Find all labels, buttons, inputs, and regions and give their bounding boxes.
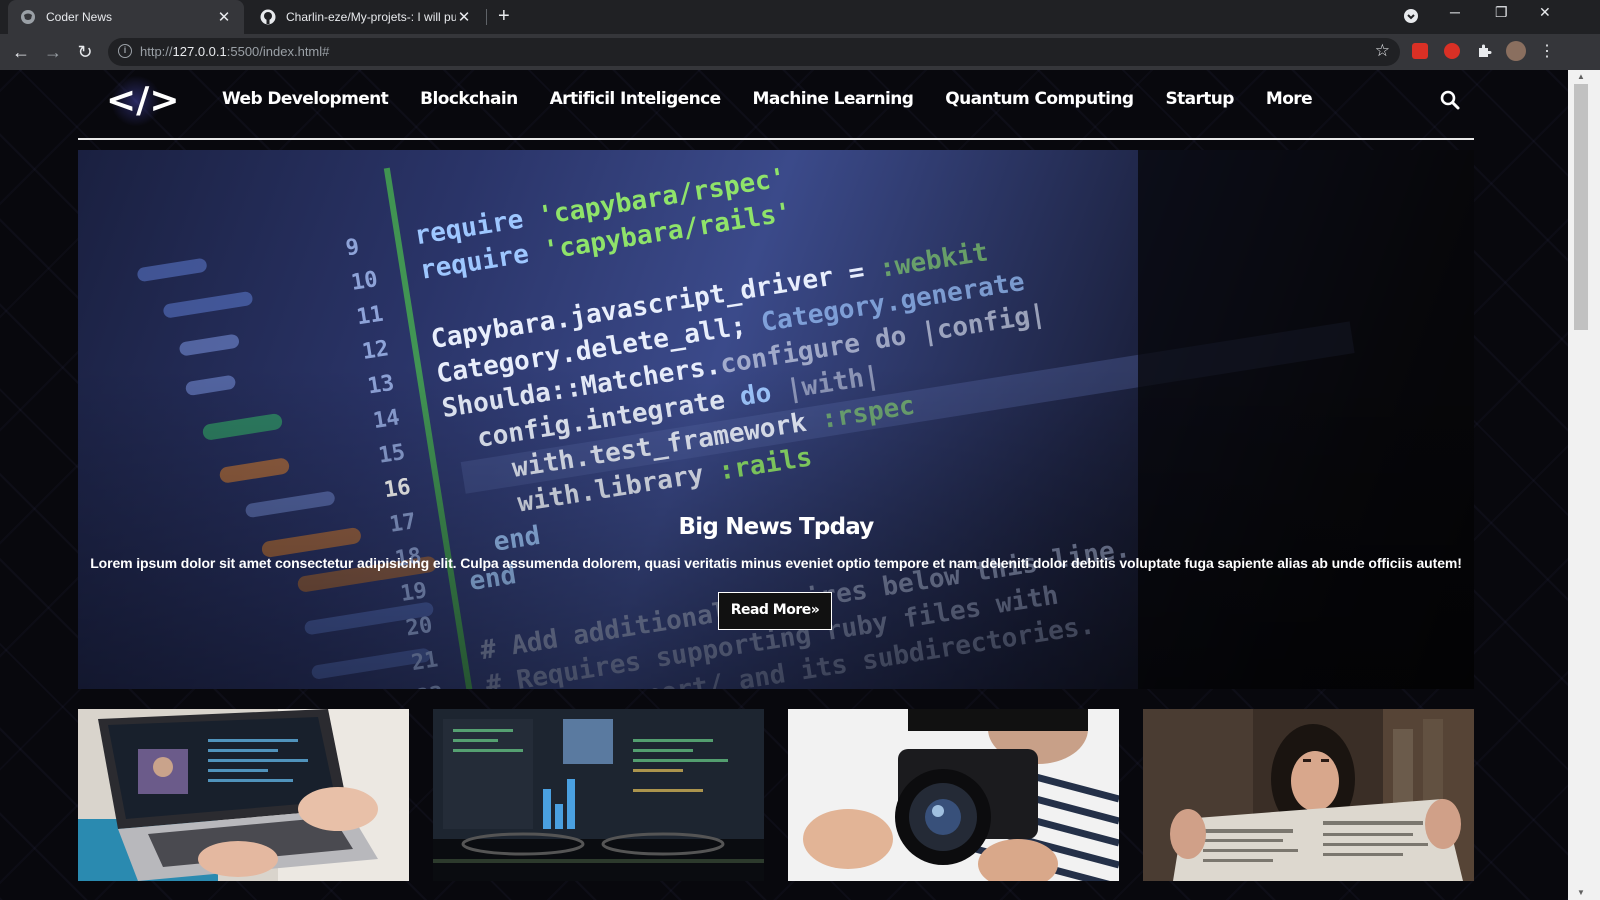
close-icon[interactable]: ✕ — [216, 8, 232, 26]
nav-link-artificial-intelligence[interactable]: Artificil Inteligence — [550, 89, 722, 109]
hero-title: Big News Tpday — [678, 514, 875, 540]
globe-icon — [21, 10, 35, 24]
site-logo[interactable]: </> — [106, 76, 179, 126]
address-bar[interactable]: i http://127.0.0.1:5500/index.html# ☆ — [108, 38, 1400, 66]
page-viewport: </> Web Development Blockchain Artificil… — [0, 70, 1568, 900]
page-scrollbar[interactable]: ▲ ▼ — [1568, 70, 1600, 900]
camera-operator-image — [788, 709, 1119, 881]
forward-icon[interactable]: → — [42, 41, 64, 63]
minimize-icon[interactable]: ─ — [1450, 4, 1460, 20]
nav-link-machine-learning[interactable]: Machine Learning — [753, 89, 914, 109]
tab-title: Charlin-eze/My-projets-: I will pu — [286, 10, 456, 24]
browser-tab-bar: Coder News ✕ Charlin-eze/My-projets-: I … — [0, 0, 1600, 34]
tab-divider — [486, 9, 487, 25]
nav-link-web-development[interactable]: Web Development — [222, 89, 389, 109]
back-icon[interactable]: ← — [10, 41, 32, 63]
nav-link-blockchain[interactable]: Blockchain — [420, 89, 518, 109]
read-more-button[interactable]: Read More» — [718, 592, 832, 630]
adblock-icon[interactable] — [1444, 43, 1460, 59]
new-tab-icon[interactable]: + — [498, 6, 510, 26]
search-icon[interactable] — [1440, 90, 1460, 110]
scroll-down-arrow-icon[interactable]: ▼ — [1574, 888, 1588, 898]
news-card-monitor[interactable] — [433, 709, 764, 881]
browser-toolbar: ← → ↻ i http://127.0.0.1:5500/index.html… — [0, 34, 1600, 70]
main-nav: Web Development Blockchain Artificil Int… — [222, 89, 1344, 109]
tab-github[interactable]: Charlin-eze/My-projets-: I will pu ✕ — [248, 0, 484, 34]
tab-search-icon[interactable] — [1403, 8, 1419, 27]
laptop-video-call-image — [78, 709, 409, 881]
avatar[interactable] — [1506, 41, 1526, 61]
puzzle-extensions-icon[interactable] — [1476, 43, 1492, 59]
news-card-camera[interactable] — [788, 709, 1119, 881]
info-icon[interactable]: i — [118, 44, 132, 58]
restore-icon[interactable]: ❐ — [1495, 4, 1508, 21]
tab-title: Coder News — [46, 10, 113, 24]
nav-link-startup[interactable]: Startup — [1165, 89, 1234, 109]
scrollbar-thumb[interactable] — [1574, 84, 1588, 330]
hero-description: Lorem ipsum dolor sit amet consectetur a… — [90, 555, 1462, 571]
extension-icon-red[interactable] — [1412, 43, 1428, 59]
monitor-code-glasses-image — [433, 709, 764, 881]
nav-link-quantum-computing[interactable]: Quantum Computing — [945, 89, 1134, 109]
github-icon — [260, 9, 276, 25]
nav-link-more[interactable]: More — [1266, 89, 1313, 109]
bookmark-star-icon[interactable]: ☆ — [1375, 41, 1390, 61]
reload-icon[interactable]: ↻ — [74, 41, 96, 63]
url-text[interactable]: http://127.0.0.1:5500/index.html# — [140, 44, 329, 59]
tab-coder-news[interactable]: Coder News ✕ — [8, 0, 244, 34]
woman-reading-newspaper-image — [1143, 709, 1474, 881]
menu-kebab-icon[interactable]: ⋮ — [1536, 41, 1558, 63]
news-card-newspaper[interactable] — [1143, 709, 1474, 881]
close-icon[interactable]: ✕ — [456, 8, 472, 26]
news-card-laptop[interactable] — [78, 709, 409, 881]
window-close-icon[interactable]: ✕ — [1539, 4, 1551, 21]
hero-banner: 91011 121314 151617 181920 212223 requir… — [78, 150, 1474, 689]
nav-divider — [78, 138, 1474, 140]
scroll-up-arrow-icon[interactable]: ▲ — [1574, 72, 1588, 82]
